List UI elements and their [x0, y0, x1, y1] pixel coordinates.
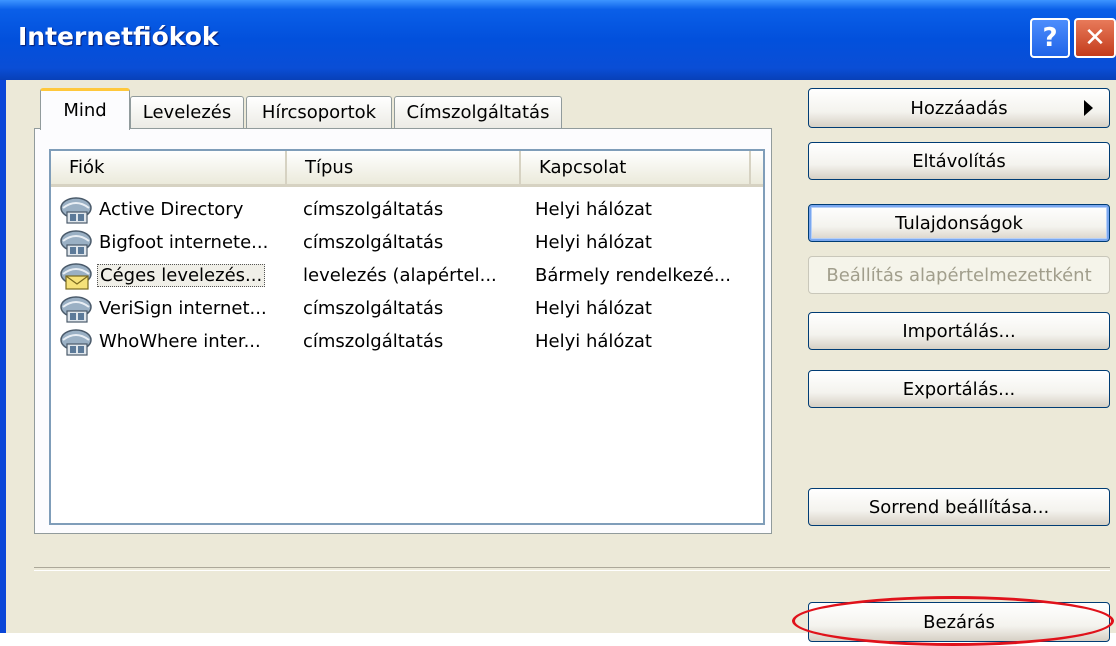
submenu-arrow-icon: [1084, 100, 1093, 116]
tab-newsgroups[interactable]: Hírcsoportok: [246, 96, 392, 128]
account-type: címszolgáltatás: [303, 298, 444, 319]
table-row[interactable]: Céges levelezés... levelezés (alapértel.…: [51, 259, 763, 292]
account-connection: Bármely rendelkezé...: [535, 265, 731, 286]
account-connection: Helyi hálózat: [535, 232, 652, 253]
selected-account-name: Céges levelezés...: [97, 264, 266, 287]
tab-all[interactable]: Mind: [40, 88, 130, 130]
title-bar[interactable]: Internetfiókok ? ✕: [0, 0, 1116, 80]
directory-service-icon: [60, 230, 92, 257]
tab-all-label: Mind: [63, 100, 107, 121]
accounts-list[interactable]: Fiók Típus Kapcsolat Active Directory cí…: [49, 149, 765, 525]
account-type: levelezés (alapértel...: [303, 265, 497, 286]
column-header-connection[interactable]: Kapcsolat: [521, 151, 751, 184]
set-default-button[interactable]: Beállítás alapértelmezettként: [808, 256, 1110, 294]
account-type: címszolgáltatás: [303, 199, 444, 220]
directory-service-icon: [60, 296, 92, 323]
close-icon[interactable]: ✕: [1074, 18, 1116, 58]
column-header-account[interactable]: Fiók: [51, 151, 287, 184]
tab-panel: Fiók Típus Kapcsolat Active Directory cí…: [34, 128, 772, 534]
table-row[interactable]: WhoWhere inter... címszolgáltatás Helyi …: [51, 325, 763, 358]
tab-mail-label: Levelezés: [142, 102, 232, 123]
column-header-account-label: Fiók: [69, 157, 105, 178]
close-button[interactable]: Bezárás: [808, 602, 1110, 642]
account-type: címszolgáltatás: [303, 232, 444, 253]
account-name: Céges levelezés...: [97, 259, 291, 292]
table-row[interactable]: Bigfoot internete... címszolgáltatás Hel…: [51, 226, 763, 259]
table-row[interactable]: VeriSign internet... címszolgáltatás Hel…: [51, 292, 763, 325]
account-connection: Helyi hálózat: [535, 298, 652, 319]
account-type: címszolgáltatás: [303, 331, 444, 352]
dialog-window: Internetfiókok ? ✕ Mind Levelezés Hírcso…: [0, 0, 1116, 646]
divider: [34, 567, 1110, 571]
dialog-client-area: Mind Levelezés Hírcsoportok Címszolgálta…: [6, 80, 1116, 642]
directory-service-icon: [60, 197, 92, 224]
window-title: Internetfiókok: [18, 22, 219, 51]
account-name: VeriSign internet...: [99, 298, 267, 319]
account-connection: Helyi hálózat: [535, 331, 652, 352]
remove-button[interactable]: Eltávolítás: [808, 142, 1110, 180]
mail-account-icon: [60, 263, 92, 290]
properties-button[interactable]: Tulajdonságok: [808, 204, 1110, 242]
tab-newsgroups-label: Hírcsoportok: [261, 102, 377, 123]
account-name: WhoWhere inter...: [99, 331, 261, 352]
account-name: Active Directory: [99, 199, 244, 220]
add-button-label: Hozzáadás: [910, 97, 1008, 119]
list-header: Fiók Típus Kapcsolat: [51, 151, 763, 187]
tab-directory-service[interactable]: Címszolgáltatás: [394, 96, 562, 128]
column-header-type-label: Típus: [305, 157, 354, 178]
account-name: Bigfoot internete...: [99, 232, 269, 253]
table-row[interactable]: Active Directory címszolgáltatás Helyi h…: [51, 193, 763, 226]
import-button[interactable]: Importálás...: [808, 312, 1110, 350]
directory-service-icon: [60, 329, 92, 356]
tab-directory-service-label: Címszolgáltatás: [406, 102, 550, 123]
help-icon[interactable]: ?: [1030, 18, 1070, 58]
order-button[interactable]: Sorrend beállítása...: [808, 488, 1110, 526]
column-header-type[interactable]: Típus: [287, 151, 521, 184]
tab-mail[interactable]: Levelezés: [130, 96, 244, 128]
export-button[interactable]: Exportálás...: [808, 370, 1110, 408]
column-header-connection-label: Kapcsolat: [539, 157, 627, 178]
add-button[interactable]: Hozzáadás: [808, 88, 1110, 128]
account-connection: Helyi hálózat: [535, 199, 652, 220]
